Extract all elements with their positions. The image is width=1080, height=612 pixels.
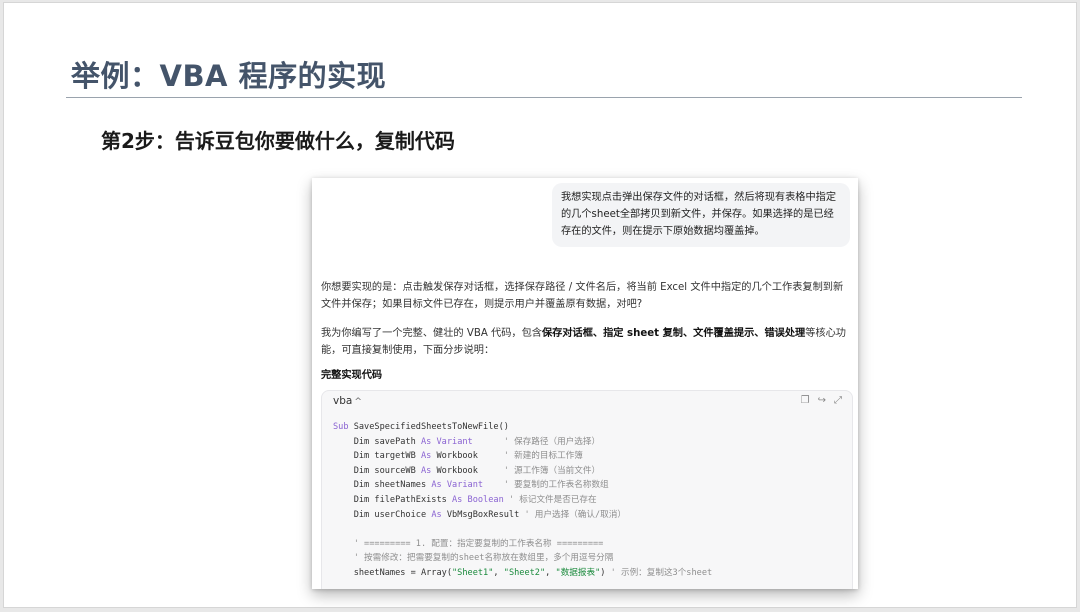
code-language-label: vba (333, 395, 353, 407)
user-message-bubble: 我想实现点击弹出保存文件的对话框，然后将现有表格中指定的几个sheet全部拷贝到… (552, 183, 850, 247)
code-block: vba ^ ❐ ↪ ⤢ Sub SaveSpecifiedSheetsToNewFil… (321, 390, 853, 589)
copy-icon[interactable]: ❐ (801, 395, 810, 406)
code-line-3: Dim targetWB As Workbook ' 新建的目标工作簿 (333, 451, 583, 462)
reply-p2-pre: 我为你编写了一个完整、健壮的 VBA 代码，包含 (321, 328, 542, 339)
code-language-toggle[interactable]: vba ^ (333, 395, 362, 407)
share-icon[interactable]: ↪ (818, 395, 826, 406)
code-line-2: Dim savePath As Variant ' 保存路径（用户选择） (333, 436, 601, 447)
expand-icon[interactable]: ⤢ (834, 395, 842, 406)
code-line-5: Dim sheetNames As Variant ' 要复制的工作表名称数组 (333, 480, 609, 491)
step-heading: 第2步：告诉豆包你要做什么，复制代码 (101, 129, 455, 153)
title-divider (66, 97, 1022, 98)
code-line-6: Dim filePathExists As Boolean ' 标记文件是否已存… (333, 494, 597, 505)
slide: 举例：VBA 程序的实现 第2步：告诉豆包你要做什么，复制代码 我想实现点击弹出… (3, 2, 1077, 608)
reply-paragraph-1: 你想要实现的是：点击触发保存对话框，选择保存路径 / 文件名后，将当前 Exce… (321, 282, 844, 310)
chevron-up-icon: ^ (354, 397, 362, 407)
code-content[interactable]: Sub SaveSpecifiedSheetsToNewFile() Dim s… (333, 420, 712, 581)
reply-paragraph-2: 我为你编写了一个完整、健壮的 VBA 代码，包含保存对话框、指定 sheet 复… (321, 325, 853, 359)
code-line-4: Dim sourceWB As Workbook ' 源工作簿（当前文件） (333, 465, 601, 476)
slide-title: 举例：VBA 程序的实现 (71, 59, 387, 93)
code-line-10: ' 按需修改：把需要复制的sheet名称放在数组里，多个用逗号分隔 (333, 553, 614, 564)
section-heading: 完整实现代码 (321, 370, 383, 381)
code-line-11: sheetNames = Array("Sheet1", "Sheet2", "… (333, 567, 713, 578)
code-line-1: Sub SaveSpecifiedSheetsToNewFile() (333, 422, 509, 432)
code-toolbar: ❐ ↪ ⤢ (793, 395, 842, 406)
code-line-9: ' ========= 1. 配置：指定要复制的工作表名称 ========= (333, 538, 604, 549)
chat-screenshot: 我想实现点击弹出保存文件的对话框，然后将现有表格中指定的几个sheet全部拷贝到… (312, 178, 858, 589)
reply-p2-bold: 保存对话框、指定 sheet 复制、文件覆盖提示、错误处理 (541, 328, 806, 339)
code-line-7: Dim userChoice As VbMsgBoxResult ' 用户选择（… (333, 509, 626, 520)
